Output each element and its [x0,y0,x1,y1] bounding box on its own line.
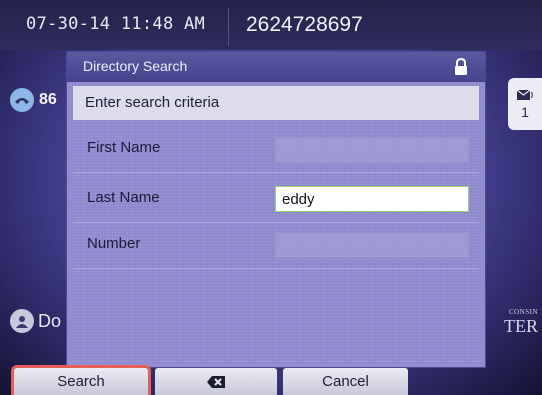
dialog-title: Directory Search [83,58,188,74]
backspace-softkey[interactable] [155,368,277,395]
number-label: Number [87,235,141,252]
contact-item-label: Do [38,310,62,331]
brand-line1: CONSIN [508,308,538,316]
status-bar: 07-30-14 11:48 AM 2624728697 [0,0,542,50]
dialog-titlebar: Directory Search [67,52,485,82]
status-phone-number: 2624728697 [246,13,363,36]
row-divider [73,222,479,223]
contact-item[interactable]: Do [10,309,61,333]
lock-icon [455,58,467,75]
status-datetime: 07-30-14 11:48 AM [26,14,206,34]
number-input[interactable] [275,232,469,258]
softkey-bar: Search Cancel [0,365,542,395]
last-name-label: Last Name [87,189,160,206]
brand-logo: CONSIN TER [488,296,542,352]
directory-search-dialog: Directory Search Enter search criteria F… [67,52,485,367]
row-divider [73,172,479,173]
row-divider [73,268,479,269]
first-name-input[interactable] [275,137,469,163]
cancel-softkey[interactable]: Cancel [283,368,408,395]
contact-icon [10,309,34,333]
search-criteria-label: Enter search criteria [85,94,220,111]
search-softkey[interactable]: Search [14,368,148,395]
brand-line2: TER [504,316,538,336]
message-indicator[interactable]: 1 [508,78,542,130]
envelope-icon [516,88,534,104]
first-name-label: First Name [87,139,161,156]
search-criteria-header: Enter search criteria [73,86,479,120]
last-name-input[interactable] [275,186,469,212]
message-count: 1 [521,104,529,120]
line-key[interactable]: 86 [10,86,57,114]
backspace-icon [207,375,225,388]
phone-handset-icon [10,88,34,112]
status-divider [228,8,229,46]
phone-screen: 07-30-14 11:48 AM 2624728697 86 Do 1 CON… [0,0,542,395]
line-key-label: 86 [39,91,57,108]
